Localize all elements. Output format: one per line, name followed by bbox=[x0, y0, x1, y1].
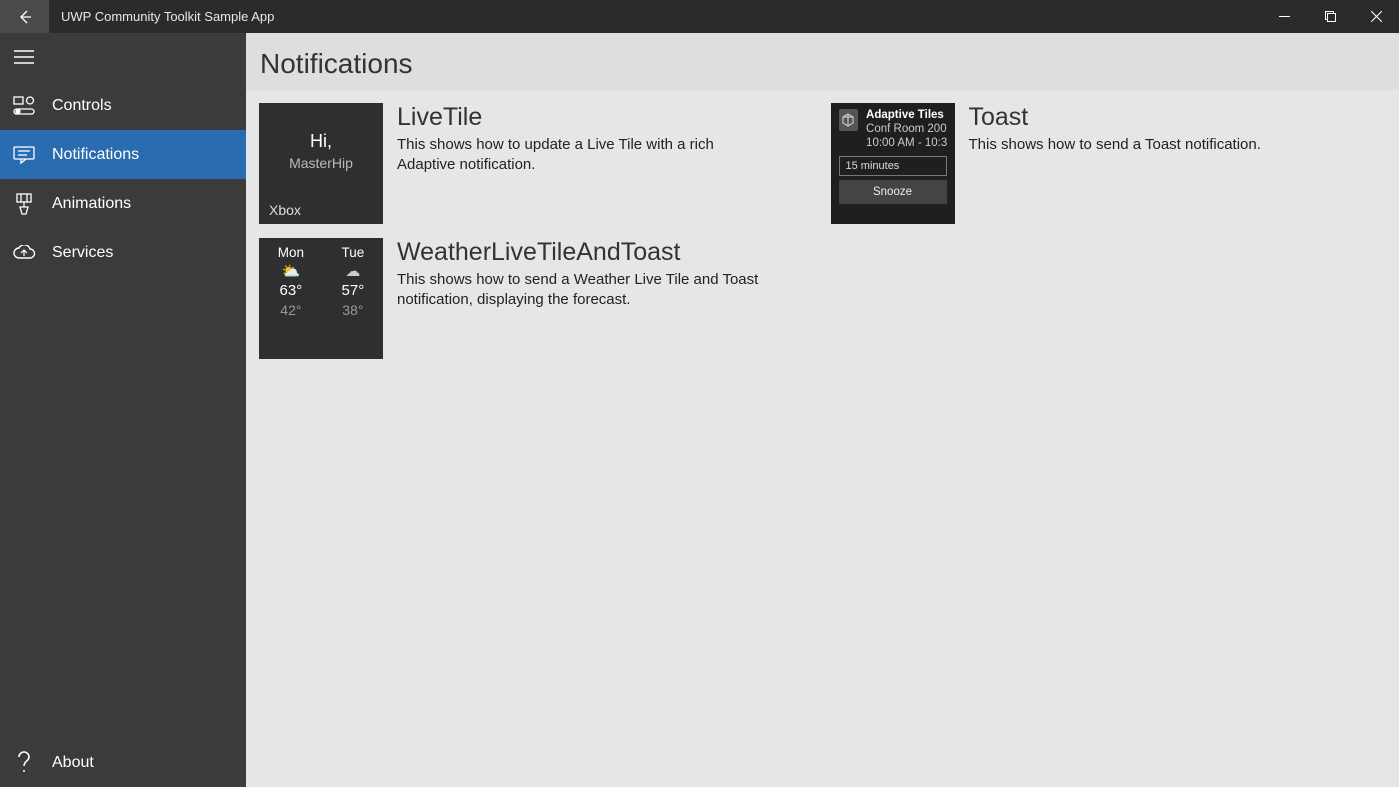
sidebar-item-services[interactable]: Services bbox=[0, 228, 246, 277]
content-header: Notifications bbox=[246, 33, 1399, 90]
animations-icon bbox=[12, 193, 36, 215]
weather-hi: 57° bbox=[341, 281, 364, 301]
sample-toast[interactable]: Adaptive Tiles M Conf Room 2001 10:00 AM… bbox=[831, 103, 1387, 224]
sidebar-item-controls[interactable]: Controls bbox=[0, 81, 246, 130]
sidebar-item-animations[interactable]: Animations bbox=[0, 179, 246, 228]
toast-thumb: Adaptive Tiles M Conf Room 2001 10:00 AM… bbox=[831, 103, 955, 224]
toast-snooze: Snooze bbox=[839, 180, 947, 204]
sample-weather[interactable]: Mon ⛅ 63° 42° Tue ☁ 57° 38° bbox=[259, 238, 815, 359]
weather-day: Tue bbox=[341, 244, 364, 262]
livetile-greeting: Hi, bbox=[259, 131, 383, 152]
close-icon bbox=[1371, 11, 1382, 22]
sample-title: WeatherLiveTileAndToast bbox=[397, 238, 767, 267]
sample-description: This shows how to send a Toast notificat… bbox=[969, 135, 1261, 155]
weather-day: Mon bbox=[278, 244, 304, 262]
sidebar-item-label: Services bbox=[52, 244, 113, 262]
minimize-button[interactable] bbox=[1261, 0, 1307, 33]
sample-description: This shows how to send a Weather Live Ti… bbox=[397, 270, 767, 311]
sidebar-item-label: Animations bbox=[52, 195, 131, 213]
weather-icon: ☁ bbox=[341, 262, 364, 282]
maximize-button[interactable] bbox=[1307, 0, 1353, 33]
sample-livetile[interactable]: Hi, MasterHip Xbox LiveTile This shows h… bbox=[259, 103, 815, 224]
about-icon bbox=[12, 751, 36, 775]
hamburger-button[interactable] bbox=[0, 33, 246, 81]
maximize-icon bbox=[1325, 11, 1336, 22]
content-area: Notifications Hi, MasterHip Xbox LiveTil… bbox=[246, 33, 1399, 787]
close-button[interactable] bbox=[1353, 0, 1399, 33]
back-button[interactable] bbox=[0, 0, 49, 33]
sample-title: Toast bbox=[969, 103, 1261, 132]
weather-lo: 42° bbox=[278, 301, 304, 319]
sample-title: LiveTile bbox=[397, 103, 767, 132]
sidebar-item-about[interactable]: About bbox=[0, 738, 246, 787]
window-title: UWP Community Toolkit Sample App bbox=[49, 0, 1261, 33]
weather-lo: 38° bbox=[341, 301, 364, 319]
page-title: Notifications bbox=[260, 48, 413, 80]
sidebar-item-label: Controls bbox=[52, 97, 112, 115]
weather-icon: ⛅ bbox=[278, 262, 304, 282]
sidebar-item-notifications[interactable]: Notifications bbox=[0, 130, 246, 179]
services-icon bbox=[12, 245, 36, 261]
titlebar: UWP Community Toolkit Sample App bbox=[0, 0, 1399, 33]
sidebar-item-label: Notifications bbox=[52, 146, 139, 164]
toast-line3: 10:00 AM - 10:30 bbox=[866, 137, 946, 151]
hamburger-icon bbox=[14, 50, 34, 64]
weather-thumb: Mon ⛅ 63° 42° Tue ☁ 57° 38° bbox=[259, 238, 383, 359]
toast-line2: Conf Room 2001 bbox=[866, 123, 946, 137]
back-arrow-icon bbox=[17, 9, 33, 25]
weather-hi: 63° bbox=[278, 281, 304, 301]
livetile-appname: Xbox bbox=[269, 202, 301, 218]
minimize-icon bbox=[1279, 11, 1290, 22]
toast-app-icon bbox=[839, 109, 859, 131]
notifications-icon bbox=[12, 145, 36, 165]
livetile-username: MasterHip bbox=[259, 155, 383, 171]
sidebar-item-label: About bbox=[52, 754, 94, 772]
sidebar: Controls Notifications A bbox=[0, 33, 246, 787]
sample-description: This shows how to update a Live Tile wit… bbox=[397, 135, 767, 176]
livetile-thumb: Hi, MasterHip Xbox bbox=[259, 103, 383, 224]
controls-icon bbox=[12, 96, 36, 116]
toast-dropdown: 15 minutes bbox=[839, 156, 947, 176]
toast-line1: Adaptive Tiles M bbox=[866, 109, 946, 123]
